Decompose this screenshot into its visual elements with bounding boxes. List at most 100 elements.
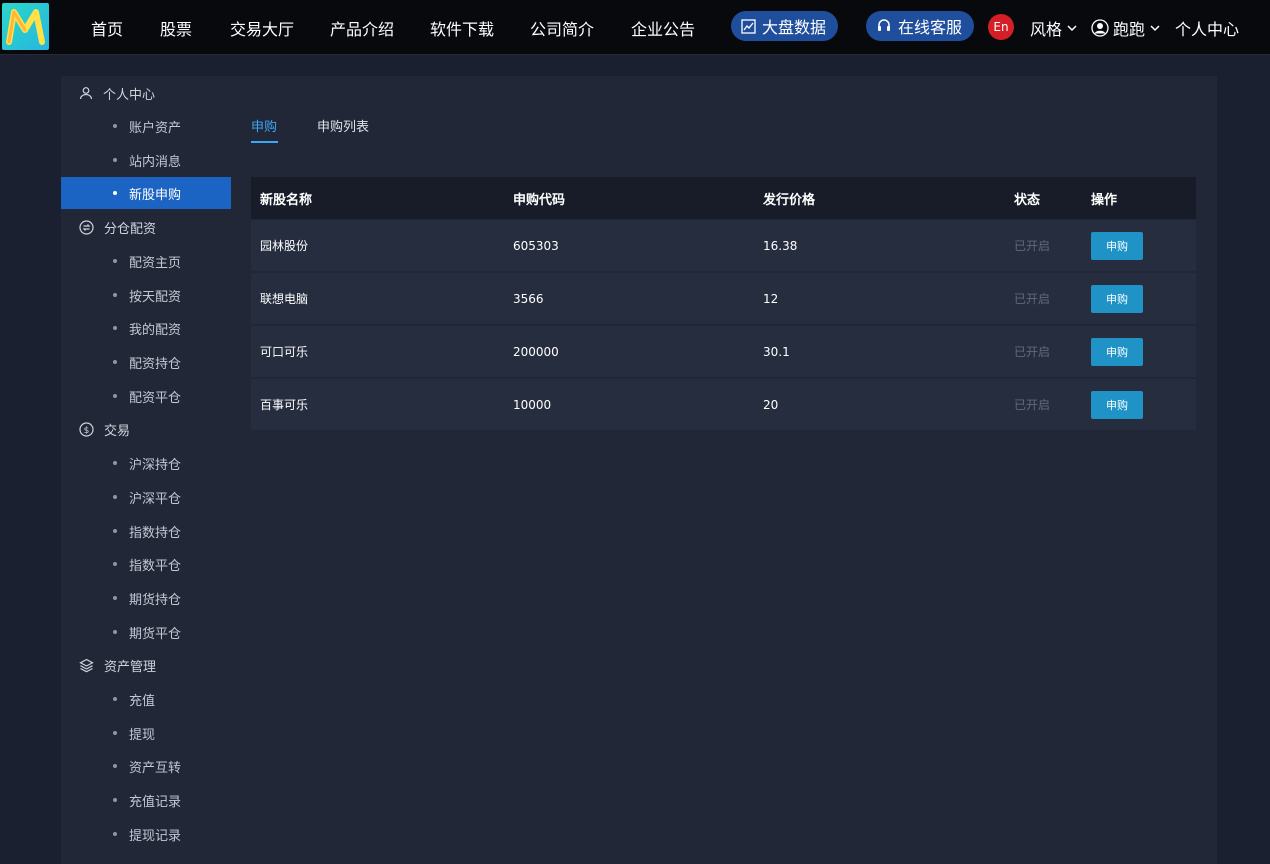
nav-company[interactable]: 公司简介 — [530, 16, 594, 40]
nav-personal-center[interactable]: 个人中心 — [1175, 16, 1239, 40]
sidebar-item-withdraw-records[interactable]: 提现记录 — [61, 818, 231, 850]
subscribe-button[interactable]: 申购 — [1091, 231, 1143, 260]
bullet-icon — [113, 630, 117, 634]
sidebar-item-sh-sz-closed[interactable]: 沪深平仓 — [61, 481, 231, 513]
column-header-code: 申购代码 — [513, 192, 566, 208]
sidebar-item-label: 期货平仓 — [129, 626, 182, 642]
style-label: 风格 — [1030, 20, 1063, 39]
bullet-icon — [113, 259, 117, 263]
bullet-icon — [113, 495, 117, 499]
sidebar-group-trading[interactable]: $ 交易 — [61, 414, 231, 444]
sidebar-item-deposit-records[interactable]: 充值记录 — [61, 784, 231, 816]
sidebar-group-label: 交易 — [104, 423, 131, 439]
nav-stocks[interactable]: 股票 — [160, 16, 192, 40]
sidebar-item-my-allocation[interactable]: 我的配资 — [61, 312, 231, 344]
bullet-icon — [113, 293, 117, 297]
style-dropdown[interactable]: 风格 — [1030, 16, 1078, 40]
sidebar-group-allocation[interactable]: 分仓配资 — [61, 212, 231, 242]
sidebar-item-label: 按天配资 — [129, 289, 182, 305]
subscribe-button[interactable]: 申购 — [1091, 390, 1143, 419]
table-row: 百事可乐 10000 20 已开启 申购 — [251, 379, 1196, 430]
user-name: 跑跑 — [1113, 20, 1146, 39]
sidebar-group-personal[interactable]: 个人中心 — [61, 78, 231, 108]
bullet-icon — [113, 798, 117, 802]
sidebar-item-asset-transfer[interactable]: 资产互转 — [61, 750, 231, 782]
sidebar-item-label: 沪深平仓 — [129, 491, 182, 507]
sidebar-item-label: 充值记录 — [129, 794, 182, 810]
nav-home[interactable]: 首页 — [91, 16, 123, 40]
status-text: 已开启 — [1014, 292, 1051, 306]
table-header: 新股名称 申购代码 发行价格 状态 操作 — [251, 177, 1196, 219]
stock-name: 可口可乐 — [260, 345, 309, 359]
sidebar-item-allocation-positions[interactable]: 配资持仓 — [61, 346, 231, 378]
sidebar-item-messages[interactable]: 站内消息 — [61, 144, 231, 176]
online-service-label: 在线客服 — [898, 18, 963, 37]
user-dropdown[interactable]: 跑跑 — [1091, 16, 1161, 40]
bullet-icon — [113, 326, 117, 330]
bullet-icon — [113, 191, 117, 195]
tab-subscribe-list[interactable]: 申购列表 — [317, 116, 369, 135]
sidebar-item-withdraw[interactable]: 提现 — [61, 717, 231, 749]
action-cell: 申购 — [1091, 379, 1143, 430]
subscribe-button[interactable]: 申购 — [1091, 337, 1143, 366]
sidebar-item-label: 配资主页 — [129, 255, 182, 271]
table-row: 联想电脑 3566 12 已开启 申购 — [251, 273, 1196, 324]
subscription-code: 3566 — [513, 291, 544, 306]
sidebar-item-label: 我的配资 — [129, 322, 182, 338]
sidebar-item-allocation-home[interactable]: 配资主页 — [61, 245, 231, 277]
status-text: 已开启 — [1014, 345, 1051, 359]
sidebar-group-asset-management[interactable]: 资产管理 — [61, 650, 231, 680]
sidebar-item-daily-allocation[interactable]: 按天配资 — [61, 279, 231, 311]
sidebar-item-label: 配资平仓 — [129, 390, 182, 406]
sidebar-item-allocation-closed[interactable]: 配资平仓 — [61, 380, 231, 412]
subscription-code: 605303 — [513, 238, 559, 253]
bullet-icon — [113, 562, 117, 566]
language-switch[interactable]: En — [988, 14, 1014, 40]
sidebar-item-label: 沪深持仓 — [129, 457, 182, 473]
big-data-label: 大盘数据 — [762, 18, 827, 37]
chevron-down-icon — [1150, 25, 1160, 32]
top-navbar: 首页 股票 交易大厅 产品介绍 软件下载 公司简介 企业公告 大盘数据 在线客服… — [0, 0, 1270, 55]
logo[interactable] — [2, 3, 49, 50]
svg-text:$: $ — [84, 426, 90, 436]
sidebar-item-label: 新股申购 — [129, 187, 182, 203]
big-data-button[interactable]: 大盘数据 — [731, 11, 839, 41]
tab-subscribe[interactable]: 申购 — [251, 116, 277, 135]
bullet-icon — [113, 461, 117, 465]
sidebar-item-label: 账户资产 — [129, 120, 182, 136]
nav-download[interactable]: 软件下载 — [430, 16, 494, 40]
sidebar-item-sh-sz-positions[interactable]: 沪深持仓 — [61, 447, 231, 479]
sidebar-item-futures-closed[interactable]: 期货平仓 — [61, 616, 231, 648]
column-header-action: 操作 — [1091, 192, 1118, 208]
sidebar-item-index-closed[interactable]: 指数平仓 — [61, 548, 231, 580]
sidebar-item-label: 提现 — [129, 727, 156, 743]
table-row: 可口可乐 200000 30.1 已开启 申购 — [251, 326, 1196, 377]
stock-name: 百事可乐 — [260, 398, 309, 412]
sidebar-group-label: 个人中心 — [103, 87, 156, 103]
stock-name: 园林股份 — [260, 239, 309, 253]
sidebar-item-account-assets[interactable]: 账户资产 — [61, 110, 231, 142]
subscribe-button[interactable]: 申购 — [1091, 284, 1143, 313]
user-icon — [79, 87, 93, 100]
action-cell: 申购 — [1091, 220, 1143, 271]
sidebar-item-label: 提现记录 — [129, 828, 182, 844]
issue-price: 12 — [763, 291, 779, 306]
nav-announcements[interactable]: 企业公告 — [631, 16, 695, 40]
action-cell: 申购 — [1091, 326, 1143, 377]
status-text: 已开启 — [1014, 398, 1051, 412]
bullet-icon — [113, 360, 117, 364]
sidebar-item-deposit[interactable]: 充值 — [61, 683, 231, 715]
sidebar-item-index-positions[interactable]: 指数持仓 — [61, 515, 231, 547]
nav-products[interactable]: 产品介绍 — [330, 16, 394, 40]
sidebar-item-label: 资产互转 — [129, 760, 182, 776]
user-avatar-icon — [1091, 19, 1109, 37]
subscription-code: 10000 — [513, 397, 552, 412]
online-service-button[interactable]: 在线客服 — [866, 11, 975, 41]
table-row: 园林股份 605303 16.38 已开启 申购 — [251, 220, 1196, 271]
bullet-icon — [113, 764, 117, 768]
sidebar-item-ipo-subscription[interactable]: 新股申购 — [61, 177, 231, 209]
sidebar-group-label: 分仓配资 — [104, 221, 157, 237]
nav-trading-hall[interactable]: 交易大厅 — [230, 16, 294, 40]
action-cell: 申购 — [1091, 273, 1143, 324]
sidebar-item-futures-positions[interactable]: 期货持仓 — [61, 582, 231, 614]
